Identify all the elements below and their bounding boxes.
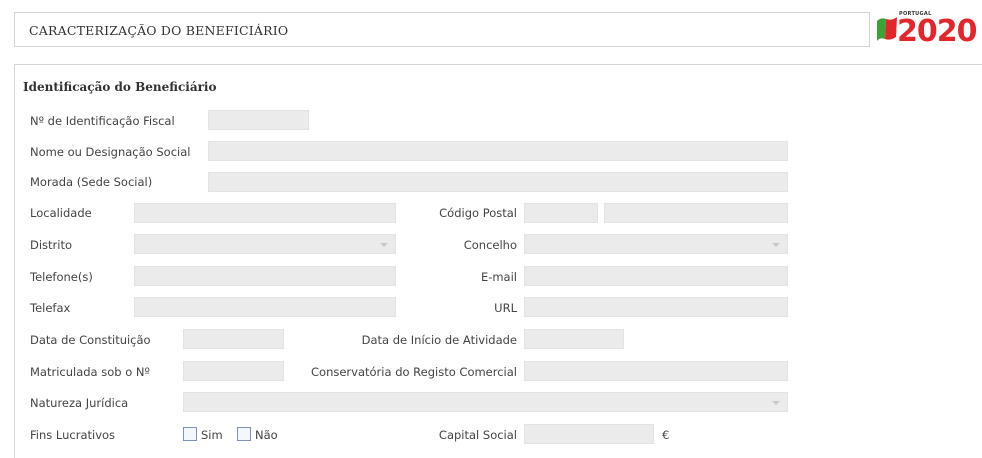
conservatoria-label: Conservatória do Registo Comercial	[311, 365, 517, 379]
section-title: Identificação do Beneficiário	[23, 80, 217, 94]
nome-field[interactable]	[208, 141, 788, 161]
codigo-postal-label: Código Postal	[439, 206, 517, 220]
data-inicio-field[interactable]	[524, 329, 624, 349]
data-constituicao-field[interactable]	[183, 329, 284, 349]
nif-field[interactable]	[208, 110, 309, 130]
natureza-label: Natureza Jurídica	[30, 396, 129, 410]
localidade-label: Localidade	[30, 206, 92, 220]
matriculada-label: Matriculada sob o Nº	[30, 365, 150, 379]
morada-field[interactable]	[208, 172, 788, 192]
telefone-label: Telefone(s)	[30, 270, 93, 284]
email-field[interactable]	[524, 266, 788, 286]
url-label: URL	[494, 301, 517, 315]
codigo-postal-field-2[interactable]	[604, 203, 788, 223]
url-field[interactable]	[524, 297, 788, 317]
logo-year: 2020	[897, 14, 977, 49]
portugal-2020-logo: PORTUGAL 2020	[875, 9, 982, 51]
nao-checkbox[interactable]	[237, 427, 251, 441]
capital-social-field[interactable]	[524, 424, 654, 444]
page-title: CARACTERIZAÇÃO DO BENEFICIÁRIO	[29, 23, 289, 38]
fins-lucrativos-label: Fins Lucrativos	[30, 428, 116, 442]
matriculada-field[interactable]	[183, 361, 284, 381]
capital-social-label: Capital Social	[438, 428, 517, 442]
distrito-select[interactable]	[134, 234, 396, 254]
nao-label: Não	[255, 428, 278, 442]
conservatoria-field[interactable]	[524, 361, 788, 381]
telefone-field[interactable]	[134, 266, 396, 286]
euro-sign: €	[662, 428, 670, 442]
sim-label: Sim	[201, 428, 223, 442]
codigo-postal-field-1[interactable]	[524, 203, 598, 223]
header-bar: CARACTERIZAÇÃO DO BENEFICIÁRIO	[14, 12, 870, 47]
data-inicio-label: Data de Início de Atividade	[361, 333, 517, 347]
nif-label: Nº de Identificação Fiscal	[30, 114, 175, 128]
morada-label: Morada (Sede Social)	[30, 175, 153, 189]
natureza-select[interactable]	[183, 392, 788, 412]
email-label: E-mail	[480, 270, 517, 284]
distrito-label: Distrito	[30, 238, 73, 252]
localidade-field[interactable]	[134, 203, 396, 223]
telefax-field[interactable]	[134, 297, 396, 317]
sim-checkbox[interactable]	[183, 427, 197, 441]
data-constituicao-label: Data de Constituição	[30, 333, 151, 347]
nome-label: Nome ou Designação Social	[30, 145, 191, 159]
flag-icon	[877, 17, 897, 41]
concelho-label: Concelho	[463, 238, 517, 252]
telefax-label: Telefax	[30, 301, 71, 315]
concelho-select[interactable]	[524, 234, 788, 254]
